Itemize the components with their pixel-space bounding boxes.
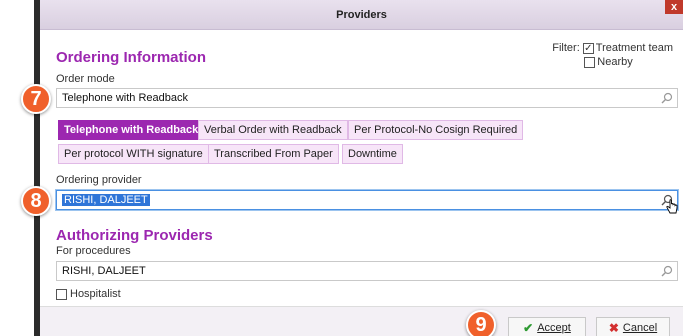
- accept-label: Accept: [537, 322, 571, 334]
- cancel-label: Cancel: [622, 322, 658, 334]
- nearby-label: Nearby: [597, 56, 633, 68]
- close-button[interactable]: x: [665, 0, 683, 14]
- hospitalist-label: Hospitalist: [70, 288, 121, 300]
- search-icon[interactable]: [661, 265, 673, 277]
- hospitalist-option[interactable]: Hospitalist: [56, 288, 121, 300]
- step-badge-9: 9: [466, 310, 496, 336]
- step-badge-8: 8: [21, 186, 51, 216]
- hand-cursor-icon: [666, 199, 678, 214]
- cancel-button[interactable]: ✖ Cancel: [596, 317, 670, 336]
- filter-label: Filter:: [552, 42, 580, 54]
- window-title: Providers: [336, 9, 387, 21]
- treatment-team-checkbox[interactable]: ✓: [582, 42, 594, 54]
- accept-button[interactable]: ✔ Accept: [508, 317, 586, 336]
- step-badge-7: 7: [21, 84, 51, 114]
- x-icon: ✖: [608, 321, 619, 335]
- providers-dialog: Ordering Information Filter: ✓ Treatment…: [40, 30, 683, 306]
- mode-verbal-order-with-readback[interactable]: Verbal Order with Readback: [198, 120, 348, 140]
- mode-downtime[interactable]: Downtime: [342, 144, 403, 164]
- mode-telephone-with-readback[interactable]: Telephone with Readback: [58, 120, 205, 140]
- for-procedures-label: For procedures: [56, 245, 131, 257]
- order-mode-value: Telephone with Readback: [62, 92, 188, 104]
- filter-panel: Filter: ✓ Treatment team Nearby: [552, 41, 673, 69]
- title-bar: Providers x: [40, 0, 683, 30]
- ordering-provider-label: Ordering provider: [56, 174, 142, 186]
- ordering-provider-field[interactable]: RISHI, DALJEET: [56, 190, 678, 214]
- mode-transcribed-from-paper[interactable]: Transcribed From Paper: [208, 144, 339, 164]
- hospitalist-checkbox[interactable]: [56, 288, 67, 300]
- order-mode-label: Order mode: [56, 73, 115, 85]
- check-icon: ✔: [523, 321, 534, 335]
- ordering-information-heading: Ordering Information: [56, 49, 206, 66]
- ordering-provider-value: RISHI, DALJEET: [62, 194, 150, 206]
- authorizing-providers-heading: Authorizing Providers: [56, 227, 213, 244]
- for-procedures-value: RISHI, DALJEET: [62, 265, 146, 277]
- order-mode-field[interactable]: Telephone with Readback: [56, 88, 678, 108]
- search-icon[interactable]: [661, 92, 673, 104]
- treatment-team-label: Treatment team: [595, 42, 673, 54]
- dialog-footer: ✔ Accept ✖ Cancel: [40, 306, 683, 336]
- for-procedures-field[interactable]: RISHI, DALJEET: [56, 261, 678, 281]
- mode-per-protocol-with-signature[interactable]: Per protocol WITH signature: [58, 144, 209, 164]
- nearby-checkbox[interactable]: [584, 56, 596, 68]
- mode-per-protocol-no-cosign[interactable]: Per Protocol-No Cosign Required: [348, 120, 524, 140]
